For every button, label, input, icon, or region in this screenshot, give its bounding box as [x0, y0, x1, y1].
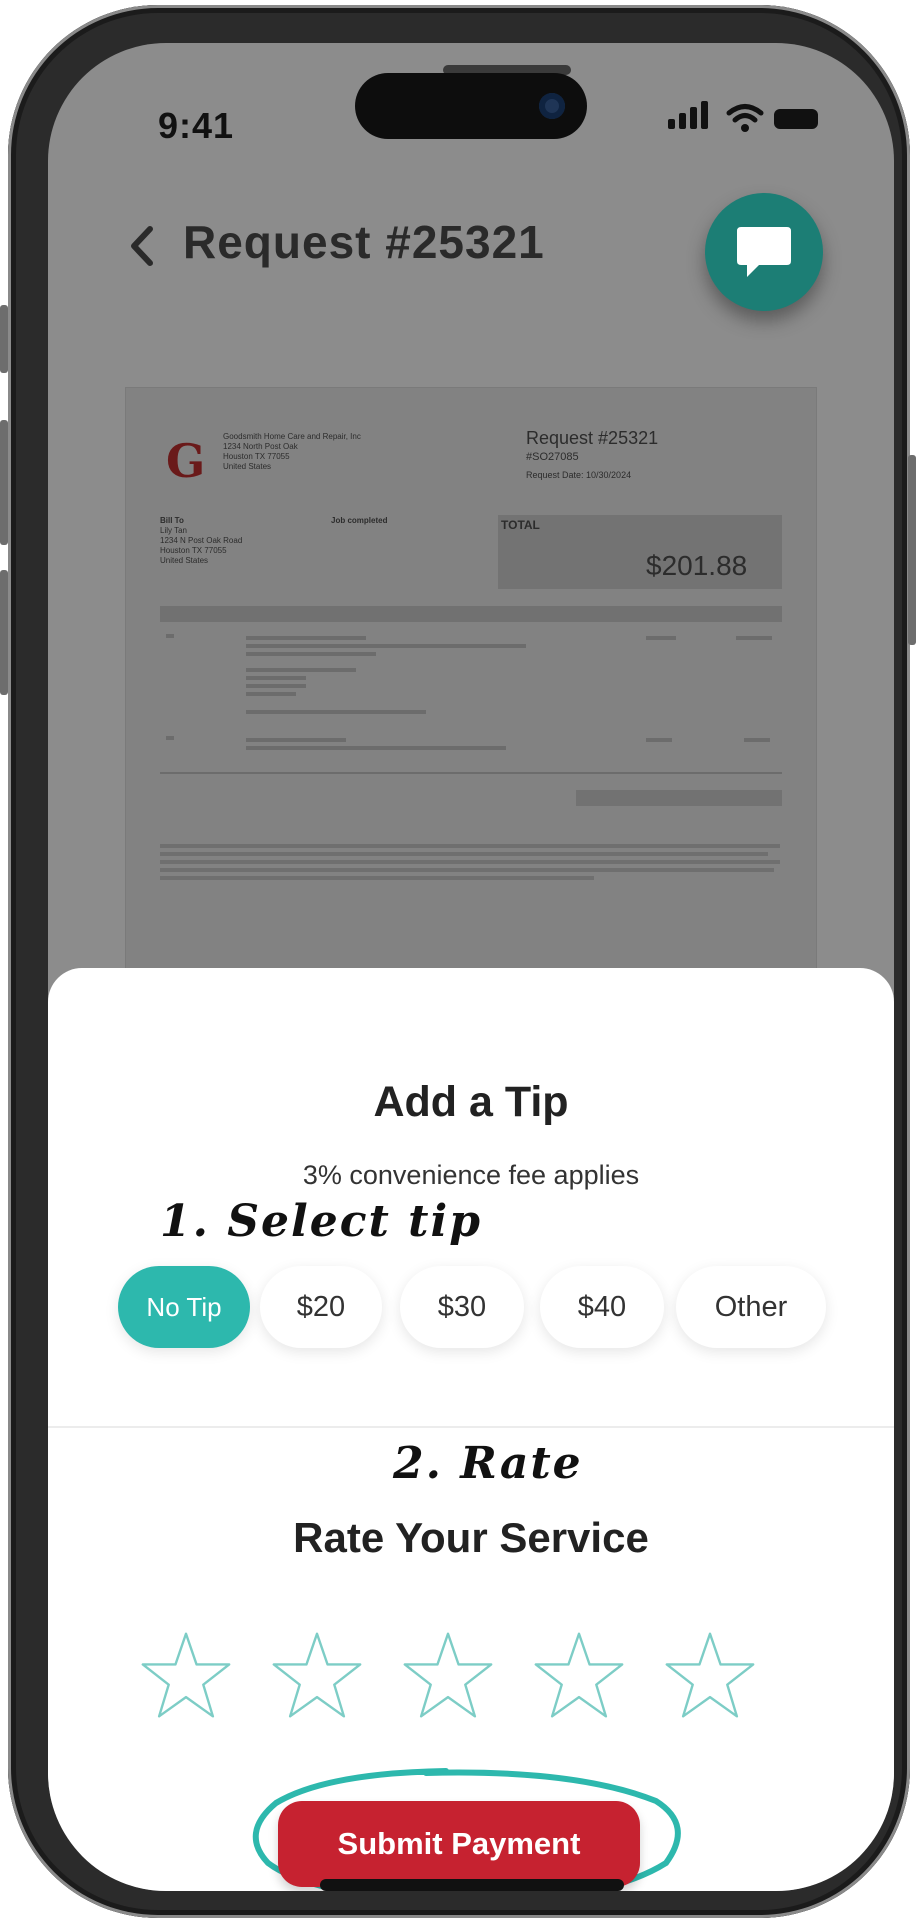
page-title: Request #25321 — [183, 216, 545, 268]
power-button — [908, 455, 916, 645]
tip-title: Add a Tip — [373, 1078, 569, 1126]
subtotal-bar — [576, 790, 782, 806]
table-line — [246, 738, 346, 742]
tip-option-20[interactable]: $20 — [260, 1266, 382, 1348]
tip-subtitle: 3% convenience fee applies — [302, 1160, 640, 1190]
screen: 9:41 Request #25321 G Goodsmith Home Car… — [48, 43, 894, 1891]
company-logo: G — [166, 434, 206, 488]
submit-payment-button[interactable]: Submit Payment — [278, 1801, 640, 1887]
volume-up-button — [0, 420, 8, 545]
battery-icon — [774, 109, 818, 129]
table-line — [646, 636, 676, 640]
bill-to-block: Bill To Lily Tan 1234 N Post Oak Road Ho… — [160, 516, 243, 565]
back-chevron-icon[interactable] — [126, 223, 166, 269]
table-line — [246, 692, 296, 696]
table-line — [166, 736, 174, 740]
table-line — [246, 652, 376, 656]
star-3-icon[interactable] — [400, 1628, 496, 1724]
star-2-icon[interactable] — [269, 1628, 365, 1724]
dynamic-island — [355, 73, 587, 139]
invoice-footer-text — [160, 844, 780, 884]
tip-option-40[interactable]: $40 — [540, 1266, 664, 1348]
table-line — [246, 684, 306, 688]
tip-option-other[interactable]: Other — [676, 1266, 826, 1348]
tip-options: No Tip $20 $30 $40 Other — [118, 1266, 838, 1348]
table-line — [160, 772, 782, 774]
tip-bottom-sheet: Add a Tip 3% convenience fee applies 1. … — [48, 968, 894, 1891]
invoice-request-date: Request Date: 10/30/2024 — [526, 470, 632, 480]
star-4-icon[interactable] — [531, 1628, 627, 1724]
annotation-rate: 2. Rate — [393, 1438, 583, 1489]
star-5-icon[interactable] — [662, 1628, 758, 1724]
table-line — [246, 710, 426, 714]
company-address: Goodsmith Home Care and Repair, Inc 1234… — [223, 432, 361, 471]
invoice-order-id: #SO27085 — [526, 451, 579, 463]
table-line — [246, 746, 506, 750]
volume-down-button — [0, 570, 8, 695]
annotation-select-tip: 1. Select tip — [160, 1196, 482, 1247]
total-amount: $201.88 — [646, 550, 748, 581]
status-time: 9:41 — [158, 105, 235, 146]
rate-title: Rate Your Service — [293, 1514, 649, 1561]
invoice-request-title: Request #25321 — [526, 428, 659, 448]
table-line — [744, 738, 770, 742]
table-line — [646, 738, 672, 742]
table-line — [246, 676, 306, 680]
chat-bubble-icon — [737, 227, 791, 277]
invoice-document[interactable]: G Goodsmith Home Care and Repair, Inc 12… — [126, 388, 816, 1008]
invoice-table-header — [160, 606, 782, 622]
table-line — [246, 636, 366, 640]
home-indicator — [320, 1879, 624, 1891]
submit-area: Submit Payment — [246, 1763, 688, 1891]
table-line — [246, 644, 526, 648]
side-button — [0, 305, 8, 373]
total-label: TOTAL — [501, 518, 540, 532]
wifi-icon — [726, 104, 764, 132]
tip-option-no-tip[interactable]: No Tip — [118, 1266, 250, 1348]
phone-frame: 9:41 Request #25321 G Goodsmith Home Car… — [0, 5, 916, 1918]
chat-button[interactable] — [705, 193, 823, 311]
tip-option-30[interactable]: $30 — [400, 1266, 524, 1348]
table-line — [246, 668, 356, 672]
job-completed-label: Job completed — [331, 516, 388, 525]
status-icons — [656, 99, 826, 135]
star-rating — [138, 1628, 818, 1728]
camera-icon — [539, 93, 565, 119]
star-1-icon[interactable] — [138, 1628, 234, 1724]
section-divider — [48, 1426, 894, 1428]
table-line — [736, 636, 772, 640]
table-line — [166, 634, 174, 638]
